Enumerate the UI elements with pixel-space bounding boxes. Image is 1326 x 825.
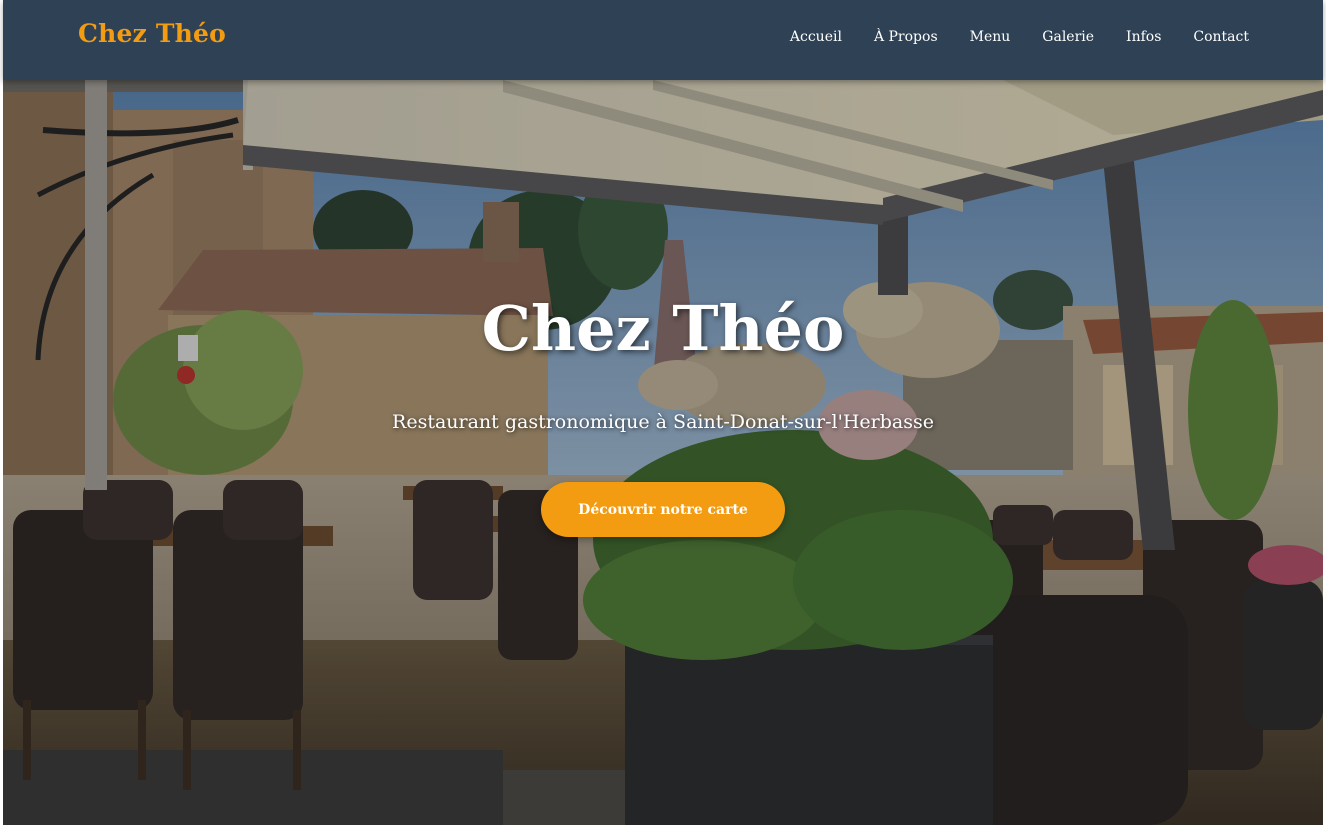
site-header: Chez Théo Accueil À Propos Menu Galerie … bbox=[3, 0, 1323, 80]
main-nav: Accueil À Propos Menu Galerie Infos Cont… bbox=[758, 29, 1249, 45]
hero-subtitle: Restaurant gastronomique à Saint-Donat-s… bbox=[392, 411, 934, 433]
hero-content: Chez Théo Restaurant gastronomique à Sai… bbox=[3, 80, 1323, 825]
discover-menu-button[interactable]: Découvrir notre carte bbox=[541, 482, 785, 537]
nav-link-galerie[interactable]: Galerie bbox=[1042, 29, 1094, 45]
hero-section: Chez Théo Restaurant gastronomique à Sai… bbox=[3, 80, 1323, 825]
page: Chez Théo Accueil À Propos Menu Galerie … bbox=[0, 0, 1326, 825]
nav-link-accueil[interactable]: Accueil bbox=[790, 29, 842, 45]
nav-link-infos[interactable]: Infos bbox=[1126, 29, 1161, 45]
nav-link-contact[interactable]: Contact bbox=[1193, 29, 1249, 45]
nav-link-a-propos[interactable]: À Propos bbox=[874, 29, 938, 45]
hero-title: Chez Théo bbox=[481, 292, 845, 365]
nav-link-menu[interactable]: Menu bbox=[970, 29, 1011, 45]
site-logo[interactable]: Chez Théo bbox=[78, 19, 226, 48]
